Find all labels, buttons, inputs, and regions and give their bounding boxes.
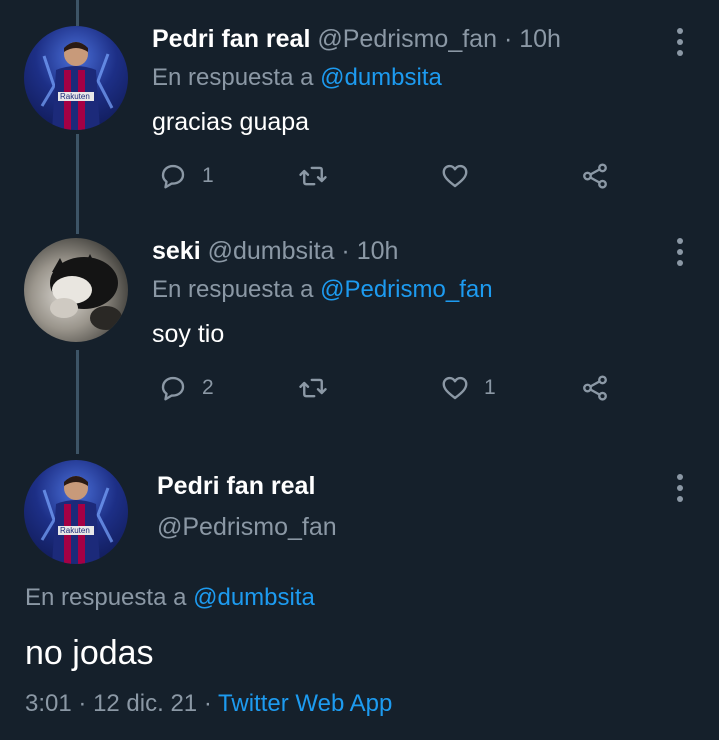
more-vertical-icon[interactable] [676, 474, 684, 507]
display-name[interactable]: Pedri fan real [157, 472, 315, 501]
source-link[interactable]: Twitter Web App [218, 690, 392, 717]
display-name[interactable]: Pedri fan real [152, 25, 310, 53]
focused-tweet: Rakuten Pedri fan real @Pedrismo_fan En … [0, 450, 719, 740]
mention-link[interactable]: @dumbsita [193, 584, 315, 611]
like-button[interactable] [440, 160, 484, 192]
reply-icon [161, 164, 185, 189]
tweet-text: soy tio [152, 320, 225, 348]
reply-prefix: En respuesta a [25, 584, 187, 611]
separator: · [341, 237, 350, 265]
reply-count: 1 [202, 164, 214, 187]
reply-count: 2 [202, 376, 214, 399]
share-button[interactable] [580, 160, 610, 192]
tweet-text: gracias guapa [152, 108, 310, 136]
heart-icon [442, 164, 468, 188]
reply-context: En respuesta a @dumbsita [25, 584, 315, 612]
tweet-text: no jodas [25, 634, 154, 672]
separator: · [503, 25, 513, 53]
more-vertical-icon[interactable] [676, 28, 684, 61]
avatar-image: Rakuten [40, 42, 114, 130]
retweet-button[interactable] [298, 160, 342, 192]
tweet-header: seki @dumbsita · 10h [152, 237, 398, 266]
separator: · [203, 690, 212, 717]
like-button[interactable]: 1 [440, 372, 496, 404]
svg-text:Rakuten: Rakuten [60, 92, 90, 101]
reply-icon [161, 376, 185, 401]
share-icon [583, 163, 607, 189]
tweet[interactable]: Rakuten Pedri fan real @Pedrismo_fan · 1… [0, 0, 719, 228]
avatar-image: Rakuten [40, 476, 114, 564]
handle[interactable]: @Pedrismo_fan [157, 513, 337, 542]
date[interactable]: 12 dic. 21 [93, 690, 197, 717]
mention-link[interactable]: @Pedrismo_fan [320, 276, 492, 303]
display-name[interactable]: seki [152, 237, 201, 265]
separator: · [78, 690, 87, 717]
share-button[interactable] [580, 372, 610, 404]
reply-button[interactable]: 2 [158, 372, 214, 404]
reply-context: En respuesta a @Pedrismo_fan [152, 276, 493, 304]
reply-prefix: En respuesta a [152, 276, 314, 303]
timestamp[interactable]: 10h [519, 25, 561, 53]
reply-context: En respuesta a @dumbsita [152, 64, 442, 92]
svg-text:Rakuten: Rakuten [60, 526, 90, 535]
tweet-meta: 3:01 · 12 dic. 21 · Twitter Web App [25, 690, 392, 718]
tweet[interactable]: seki @dumbsita · 10h En respuesta a @Ped… [0, 228, 719, 450]
like-count: 1 [484, 376, 496, 399]
timestamp[interactable]: 10h [357, 237, 399, 265]
retweet-button[interactable] [298, 372, 342, 404]
retweet-icon [299, 378, 327, 398]
heart-icon [442, 376, 468, 400]
tweet-header: Pedri fan real @Pedrismo_fan · 10h [152, 25, 561, 54]
avatar[interactable]: Rakuten [24, 460, 128, 564]
handle[interactable]: @Pedrismo_fan [317, 25, 497, 53]
share-icon [583, 375, 607, 401]
reply-prefix: En respuesta a [152, 64, 314, 91]
retweet-icon [299, 166, 327, 186]
avatar-image [50, 254, 122, 330]
handle[interactable]: @dumbsita [208, 237, 335, 265]
avatar[interactable]: Rakuten [24, 26, 128, 130]
avatar[interactable] [24, 238, 128, 342]
timestamp[interactable]: 3:01 [25, 690, 72, 717]
mention-link[interactable]: @dumbsita [320, 64, 442, 91]
reply-button[interactable]: 1 [158, 160, 214, 192]
more-vertical-icon[interactable] [676, 238, 684, 271]
